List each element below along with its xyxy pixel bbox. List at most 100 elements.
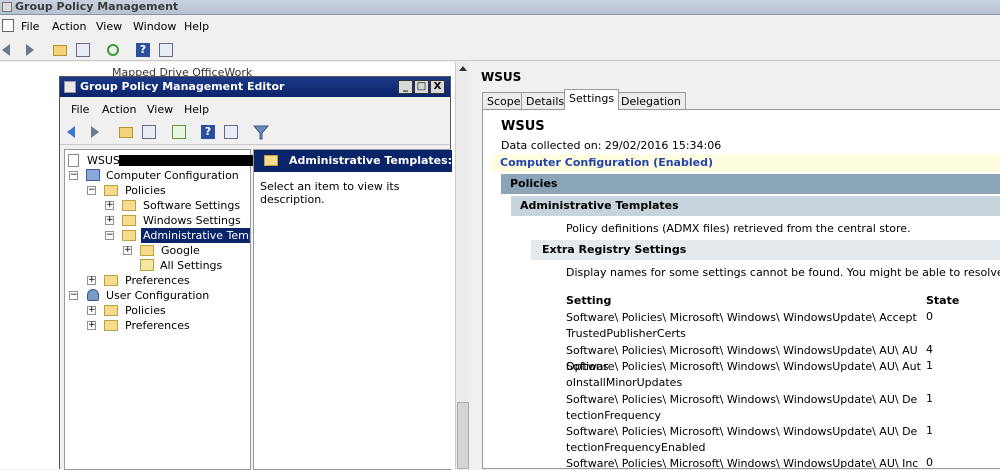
tab-delegation[interactable]: Delegation [616,92,686,109]
gpme-properties-icon[interactable] [223,124,239,140]
properties-icon[interactable] [158,42,174,58]
refresh-icon[interactable] [105,42,121,58]
up-folder-icon[interactable] [52,42,68,58]
setting-row-name: Software\ Policies\ Microsoft\ Windows\ … [566,311,917,340]
tree-label: Preferences [125,319,190,332]
tab-settings[interactable]: Settings [564,89,620,110]
policies-section[interactable]: Policies [501,174,1000,194]
outer-title-bar: Group Policy Management [0,0,1000,15]
computer-icon [86,169,100,181]
expand-icon[interactable]: + [123,246,132,255]
outer-title: Group Policy Management [15,0,179,13]
expand-icon[interactable]: + [87,276,96,285]
folder-icon [122,200,136,211]
settings-report: WSUS Data collected on: 29/02/2016 15:34… [482,109,1000,469]
gpme-tree-toggle-icon[interactable] [141,124,157,140]
gpo-details-pane: WSUS Scope Details Settings Delegation W… [474,62,1000,469]
outer-toolbar: ? [0,39,1000,61]
gpme-menubar: File Action View Help [60,100,450,118]
folder-icon [264,155,278,166]
help-icon[interactable]: ? [135,42,151,58]
col-state: State [926,294,960,307]
tree-label: Preferences [125,274,190,287]
tab-scope[interactable]: Scope [482,92,526,109]
forward-icon[interactable] [22,42,38,58]
gpme-menu-view[interactable]: View [147,103,173,116]
setting-row-name: Software\ Policies\ Microsoft\ Windows\ … [566,393,918,422]
gpme-up-icon[interactable] [118,124,134,140]
expand-icon[interactable]: + [87,321,96,330]
folder-icon [104,185,118,196]
filter-icon[interactable] [252,124,270,140]
menu-action[interactable]: Action [52,20,86,33]
tree-label: Google [161,244,200,257]
gpme-help-icon[interactable]: ? [200,124,216,140]
detail-description: Select an item to view its description. [260,180,400,206]
tree-user-policies[interactable]: + Policies [87,303,247,318]
scroll-up-icon[interactable] [459,66,467,71]
gpme-back-icon[interactable] [67,124,83,140]
expand-icon[interactable]: + [87,306,96,315]
setting-row-state: 4 [926,343,933,356]
admx-text: Policy definitions (ADMX files) retrieve… [566,222,911,235]
scroll-thumb[interactable] [457,402,469,469]
tree-google[interactable]: + Google [123,243,243,258]
document-icon[interactable] [2,19,14,32]
extra-registry-section[interactable]: Extra Registry Settings [531,240,1000,260]
outer-menubar: File Action View Window Help [0,17,1000,37]
left-scrollbar[interactable] [455,62,469,469]
tree-label: Windows Settings [143,214,241,227]
admin-templates-section[interactable]: Administrative Templates [511,196,1000,216]
tree-administrative-templates[interactable]: − Administrative Templat [105,228,250,243]
gpme-window: Group Policy Management Editor _ □ X Fil… [59,76,452,470]
tree-root-wsus[interactable]: WSUS [ [68,153,253,168]
tree-windows-settings[interactable]: + Windows Settings [105,213,245,228]
tree-policies[interactable]: − Policies [87,183,247,198]
menu-view[interactable]: View [96,20,122,33]
gpme-menu-help[interactable]: Help [184,103,209,116]
setting-row-state: 1 [926,424,933,437]
menu-file[interactable]: File [21,20,39,33]
setting-row-state: 1 [926,359,933,372]
setting-row-state: 1 [926,392,933,405]
setting-row-state: 0 [926,456,933,469]
tree-label: Policies [125,184,166,197]
gpme-menu-action[interactable]: Action [102,103,136,116]
tree-label: Policies [125,304,166,317]
tree-user-configuration[interactable]: − User Configuration [69,288,249,303]
gpme-app-icon [64,81,76,93]
computer-config-section[interactable]: Computer Configuration (Enabled) [491,154,1000,172]
collapse-icon[interactable]: − [69,291,78,300]
tree-label: User Configuration [106,289,210,302]
expand-icon[interactable]: + [105,216,114,225]
gpme-forward-icon[interactable] [87,124,103,140]
tree-software-settings[interactable]: + Software Settings [105,198,245,213]
expand-icon[interactable]: + [105,201,114,210]
folder-icon [104,275,118,286]
menu-help[interactable]: Help [184,20,209,33]
back-icon[interactable] [2,42,18,58]
tree-preferences[interactable]: + Preferences [87,273,247,288]
tree-user-preferences[interactable]: + Preferences [87,318,247,333]
close-button[interactable]: X [430,80,445,94]
gpme-title: Group Policy Management Editor [80,80,285,93]
tab-details[interactable]: Details [521,92,570,109]
gpme-export-icon[interactable] [171,124,187,140]
gpme-tree: WSUS [ − Computer Configuration − Polici… [64,149,253,470]
maximize-button[interactable]: □ [414,80,429,94]
tree-all-settings[interactable]: All Settings [140,258,240,273]
col-setting: Setting [566,294,612,307]
show-hide-tree-icon[interactable] [75,42,91,58]
gpme-title-bar[interactable]: Group Policy Management Editor _ □ X [60,77,450,97]
folder-icon [104,305,118,316]
collapse-icon[interactable]: − [105,231,114,240]
folder-icon [122,230,136,241]
gpme-menu-file[interactable]: File [71,103,89,116]
menu-window[interactable]: Window [133,20,176,33]
collapse-icon[interactable]: − [69,171,78,180]
tree-computer-configuration[interactable]: − Computer Configuration [69,168,249,183]
setting-row-state: 0 [926,310,933,323]
minimize-button[interactable]: _ [398,80,413,94]
collapse-icon[interactable]: − [87,186,96,195]
tree-label: Software Settings [143,199,241,212]
